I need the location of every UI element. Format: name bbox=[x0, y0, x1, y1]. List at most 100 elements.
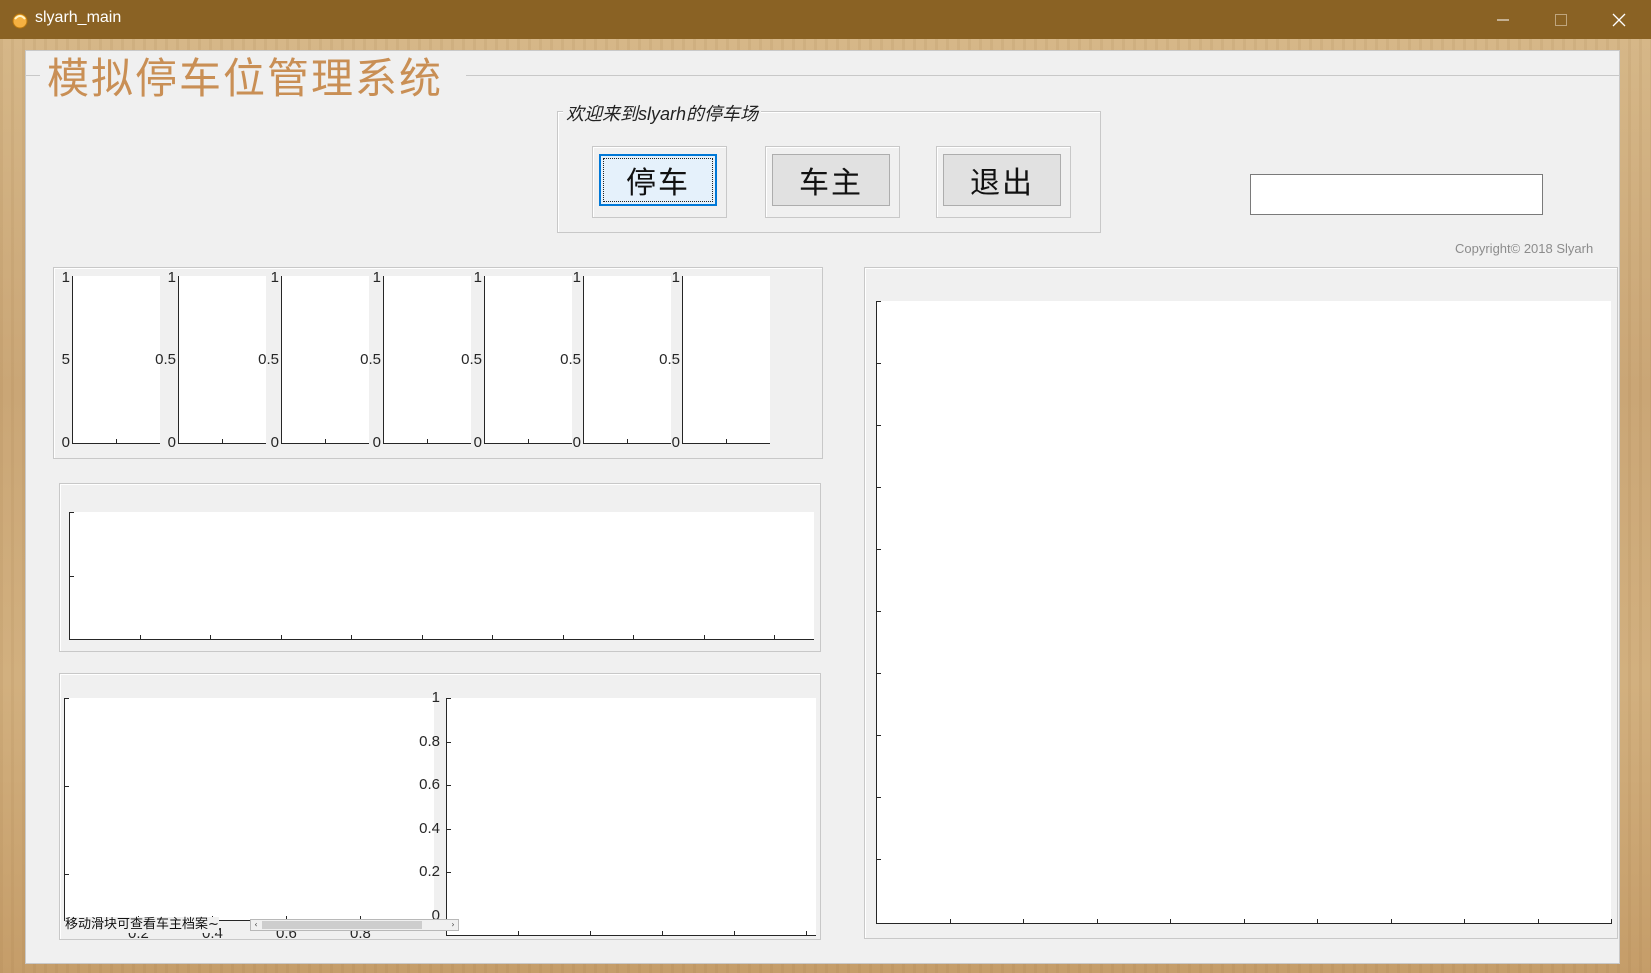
queue-axis-tick-mark bbox=[704, 635, 705, 640]
slot-axis-tick-mark bbox=[325, 439, 326, 444]
queue-axis-tick-mark bbox=[422, 635, 423, 640]
slot-axis-tick-label: 0.5 bbox=[258, 351, 279, 368]
slot-axis-y-line bbox=[682, 276, 683, 444]
owner-right-y-tick-label: 0.6 bbox=[419, 776, 440, 793]
info-text-field[interactable] bbox=[1250, 174, 1543, 215]
map-x-tick-mark bbox=[1391, 919, 1392, 924]
slot-axis-tick-label: 5 bbox=[61, 351, 70, 368]
slot-axis-y-line bbox=[72, 276, 73, 444]
park-button[interactable]: 停车 bbox=[599, 154, 717, 206]
owner-info-axes: 1 0.8 0.6 0.4 0.2 0 bbox=[419, 690, 816, 936]
owner-right-y-tick-label: 0.8 bbox=[419, 733, 440, 750]
slot-axes-3 bbox=[281, 276, 369, 444]
welcome-button-group: 欢迎来到slyarh的停车场 停车 车主 退出 bbox=[557, 100, 1101, 233]
map-x-tick-mark bbox=[1023, 919, 1024, 924]
slider-thumb[interactable] bbox=[262, 921, 422, 929]
map-x-tick-mark bbox=[1244, 919, 1245, 924]
slot-axes-4 bbox=[383, 276, 471, 444]
queue-axis-tick-mark bbox=[210, 635, 211, 640]
map-y-tick-mark bbox=[876, 301, 881, 302]
slot-axis-tick-label: 0 bbox=[572, 434, 581, 451]
owner-right-y-tick-mark bbox=[446, 829, 451, 830]
minimize-button[interactable] bbox=[1474, 0, 1532, 39]
slot-axes-2 bbox=[178, 276, 266, 444]
page-title: 模拟停车位管理系统 bbox=[47, 54, 444, 103]
copyright-text: Copyright© 2018 Slyarh bbox=[1455, 241, 1594, 256]
slot-axes-6 bbox=[583, 276, 671, 444]
map-y-tick-mark bbox=[876, 425, 881, 426]
map-y-tick-mark bbox=[876, 487, 881, 488]
welcome-legend: 欢迎来到slyarh的停车场 bbox=[563, 100, 762, 126]
queue-axis-tick-mark bbox=[492, 635, 493, 640]
slot-axis-tick-label: 0 bbox=[671, 434, 680, 451]
map-y-tick-mark bbox=[876, 859, 881, 860]
slot-axis-y-line bbox=[484, 276, 485, 444]
map-x-tick-mark bbox=[1538, 919, 1539, 924]
slot-axis-tick-mark bbox=[726, 439, 727, 444]
slot-axis-tick-mark bbox=[528, 439, 529, 444]
owner-button-frame: 车主 bbox=[765, 146, 900, 218]
exit-button-frame: 退出 bbox=[936, 146, 1071, 218]
slot-axis-tick-label: 0.5 bbox=[360, 351, 381, 368]
slot-axis-tick-mark bbox=[427, 439, 428, 444]
slot-axis-tick-label: 0 bbox=[270, 434, 279, 451]
slot-axis-tick-label: 1 bbox=[473, 269, 482, 286]
slot-axis-tick-label: 1 bbox=[372, 269, 381, 286]
owner-right-y-tick-label: 0.2 bbox=[419, 863, 440, 880]
queue-axes bbox=[69, 512, 814, 640]
slot-axis-tick-label: 1 bbox=[270, 269, 279, 286]
slot-axis-tick-mark bbox=[222, 439, 223, 444]
map-y-tick-mark bbox=[876, 549, 881, 550]
slot-axes-1 bbox=[72, 276, 160, 444]
map-x-tick-mark bbox=[950, 919, 951, 924]
slot-axis-tick-label: 1 bbox=[61, 269, 70, 286]
slot-axis-tick-label: 0 bbox=[372, 434, 381, 451]
map-x-tick-mark bbox=[1097, 919, 1098, 924]
park-button-frame: 停车 bbox=[592, 146, 727, 218]
owner-right-y-tick-label: 1 bbox=[431, 689, 440, 706]
owner-right-y-tick-mark bbox=[446, 742, 451, 743]
queue-axis-tick-mark bbox=[774, 635, 775, 640]
close-icon bbox=[1612, 13, 1626, 27]
maximize-icon bbox=[1555, 14, 1567, 26]
queue-axis-tick-mark bbox=[140, 635, 141, 640]
owner-right-x-tick-mark bbox=[806, 931, 807, 936]
queue-axis-tick-mark bbox=[351, 635, 352, 640]
slider-left-arrow-icon[interactable]: ‹ bbox=[251, 920, 261, 930]
slot-axis-tick-label: 0.5 bbox=[155, 351, 176, 368]
window-title-bar[interactable]: slyarh_main bbox=[0, 0, 1651, 39]
owner-archive-slider[interactable]: ‹ › bbox=[250, 919, 459, 931]
slider-hint-label: 移动滑块可查看车主档案~ bbox=[65, 917, 219, 933]
slot-axis-tick-label: 0.5 bbox=[461, 351, 482, 368]
owner-right-x-tick-mark bbox=[662, 931, 663, 936]
owner-right-y-tick-mark bbox=[446, 785, 451, 786]
parking-lot-map-panel bbox=[864, 267, 1618, 939]
map-y-tick-mark bbox=[876, 797, 881, 798]
slider-right-arrow-icon[interactable]: › bbox=[448, 920, 458, 930]
slot-axis-tick-label: 0 bbox=[167, 434, 176, 451]
owner-right-x-tick-mark bbox=[734, 931, 735, 936]
slot-axis-tick-label: 0.5 bbox=[659, 351, 680, 368]
figure-window: 模拟停车位管理系统 欢迎来到slyarh的停车场 停车 车主 退出 Copyri… bbox=[25, 50, 1620, 964]
queue-axis-tick-mark bbox=[563, 635, 564, 640]
slot-axis-tick-mark bbox=[627, 439, 628, 444]
slot-axis-y-line bbox=[281, 276, 282, 444]
owner-photo-axes: 0.2 0.4 0.6 0.8 bbox=[64, 698, 434, 942]
slot-axes-7 bbox=[682, 276, 770, 444]
slot-axis-tick-label: 0.5 bbox=[560, 351, 581, 368]
close-button[interactable] bbox=[1590, 0, 1648, 39]
owner-button[interactable]: 车主 bbox=[772, 154, 890, 206]
maximize-button[interactable] bbox=[1532, 0, 1590, 39]
map-x-tick-mark bbox=[1464, 919, 1465, 924]
map-y-tick-mark bbox=[876, 363, 881, 364]
parking-slots-panel: 1 5 0 1 0.5 0 1 0.5 0 1 0.5 0 1 0.5 0 1 0.5 0 1 0.5 0 bbox=[53, 267, 823, 459]
slot-axis-tick-label: 1 bbox=[167, 269, 176, 286]
exit-button[interactable]: 退出 bbox=[943, 154, 1061, 206]
queue-panel bbox=[59, 483, 821, 652]
slot-axis-tick-label: 0 bbox=[61, 434, 70, 451]
window-title: slyarh_main bbox=[35, 9, 122, 26]
owner-right-y-tick-label: 0.4 bbox=[419, 820, 440, 837]
app-icon bbox=[12, 13, 28, 29]
slot-axis-y-line bbox=[583, 276, 584, 444]
queue-axis-tick-mark bbox=[633, 635, 634, 640]
